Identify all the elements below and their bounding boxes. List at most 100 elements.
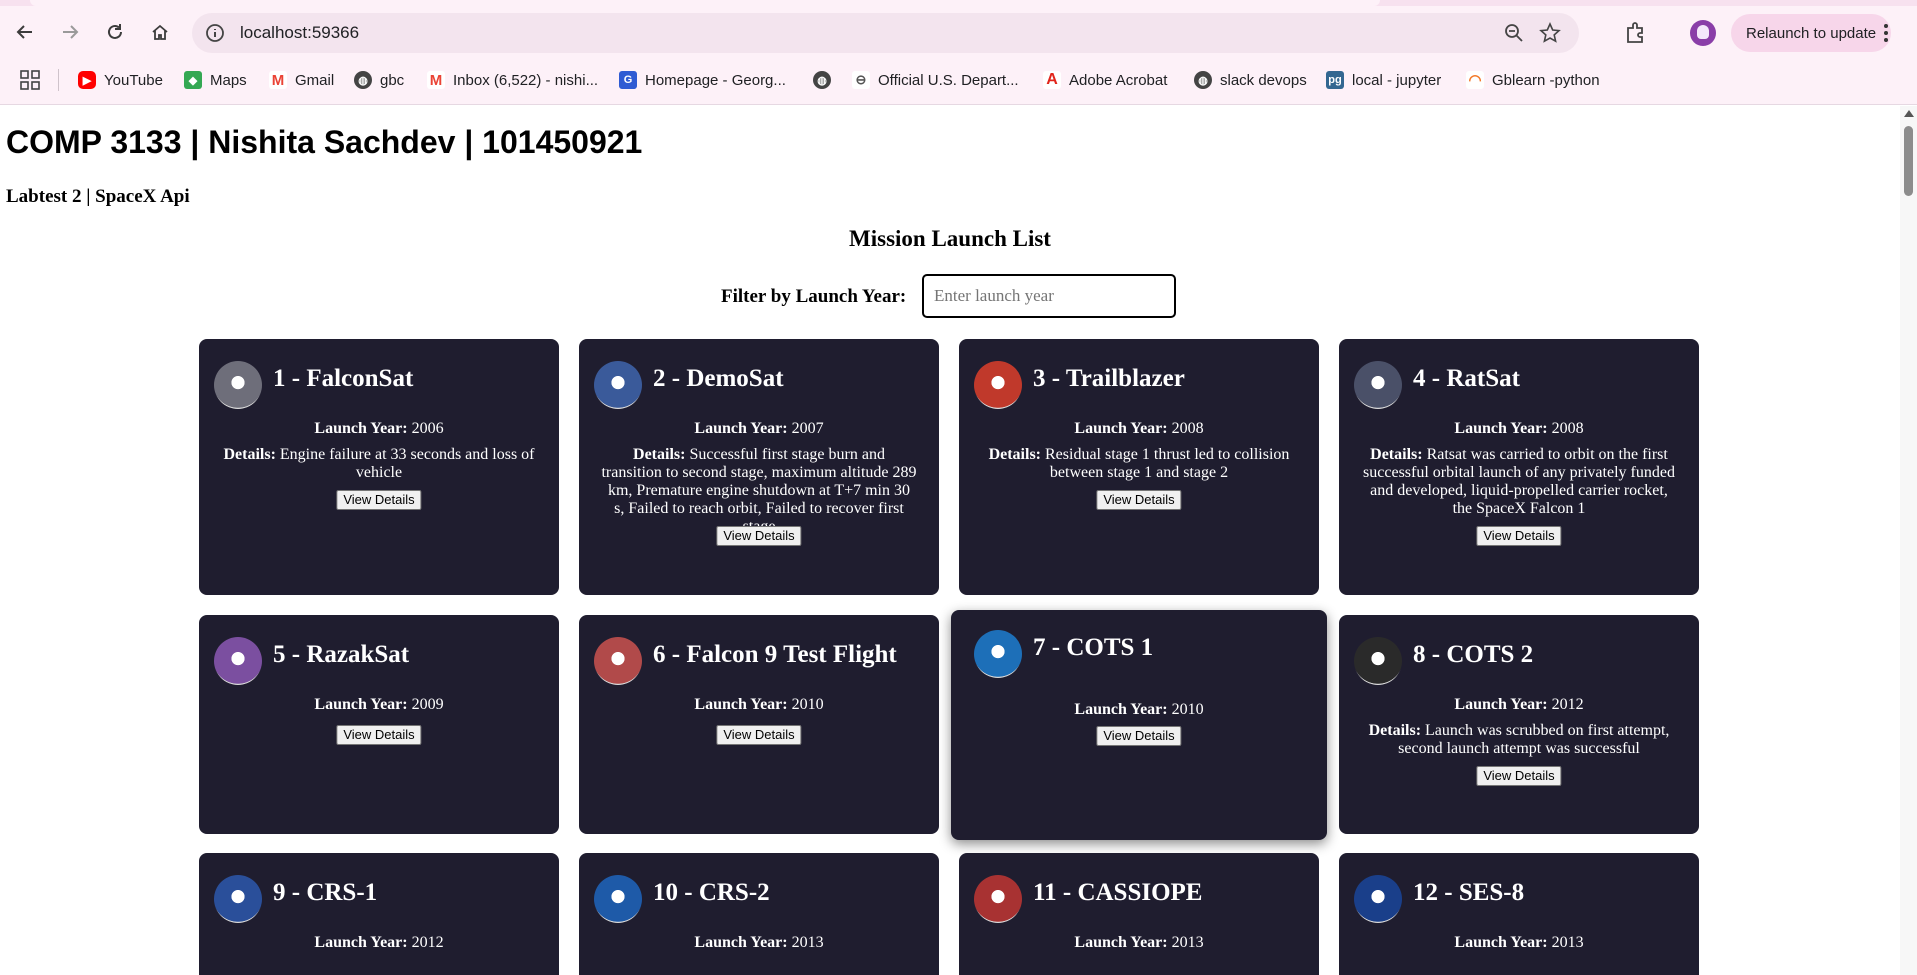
mission-patch-icon: [214, 361, 262, 409]
launch-year: Launch Year: 2008: [1339, 420, 1699, 438]
list-title: Mission Launch List: [849, 226, 1051, 251]
mission-title: 10 - CRS-2: [653, 879, 770, 906]
launch-year-value: 2009: [411, 696, 444, 713]
view-details-button[interactable]: View Details: [1096, 490, 1182, 510]
reload-icon[interactable]: [100, 17, 130, 47]
mission-card: 11 - CASSIOPE Launch Year: 2013: [959, 853, 1319, 975]
gmail-icon: M: [269, 71, 287, 89]
details-label: Details:: [1368, 722, 1422, 739]
bookmark-label: slack devops: [1220, 71, 1307, 89]
launch-year: Launch Year: 2012: [199, 934, 559, 952]
bookmark-label: local - jupyter: [1352, 71, 1442, 89]
mission-patch-icon: [594, 361, 642, 409]
active-tab[interactable]: [30, 0, 1380, 6]
bookmark-gbc[interactable]: ◍ gbc: [354, 68, 404, 92]
launch-year-value: 2007: [791, 420, 824, 437]
view-details-button[interactable]: View Details: [1096, 726, 1182, 746]
apps-grid-icon[interactable]: [20, 70, 40, 90]
mission-patch-icon: [1354, 875, 1402, 923]
launch-year-value: 2013: [1551, 934, 1584, 951]
relaunch-button[interactable]: Relaunch to update: [1731, 14, 1891, 52]
back-icon[interactable]: [10, 17, 40, 47]
view-details-button[interactable]: View Details: [1476, 526, 1562, 546]
globe-icon: ◍: [1194, 71, 1212, 89]
mission-title: 3 - Trailblazer: [1033, 365, 1185, 392]
mission-card: 12 - SES-8 Launch Year: 2013: [1339, 853, 1699, 975]
extensions-icon[interactable]: [1622, 19, 1650, 47]
url-text[interactable]: localhost:59366: [240, 23, 359, 43]
bookmark-label: Gmail: [295, 71, 335, 89]
bookmark-official-us[interactable]: ⊖ Official U.S. Depart...: [852, 68, 1019, 92]
mission-card: 8 - COTS 2 Launch Year: 2012 Details: Laun…: [1339, 615, 1699, 834]
bookmark-gmail[interactable]: M Gmail: [269, 68, 334, 92]
menu-icon[interactable]: [1884, 22, 1890, 44]
home-icon[interactable]: [145, 17, 175, 47]
tab-strip: [0, 0, 1917, 6]
view-details-button[interactable]: View Details: [716, 725, 802, 745]
view-details-button[interactable]: View Details: [336, 490, 422, 510]
bookmark-local-jupyter[interactable]: pg local - jupyter: [1326, 68, 1441, 92]
launch-year-label: Launch Year:: [1454, 696, 1548, 713]
launch-year-value: 2008: [1551, 420, 1584, 437]
page-subtitle: Labtest 2 | SpaceX Api: [6, 186, 190, 207]
bookmark-label: Adobe Acrobat: [1069, 71, 1168, 89]
mission-title: 7 - COTS 1: [1033, 634, 1154, 661]
mission-card: 5 - RazakSat Launch Year: 2009 View Detail…: [199, 615, 559, 834]
profile-avatar[interactable]: [1690, 20, 1716, 46]
globe-icon: ◍: [354, 71, 372, 89]
launch-year-input[interactable]: [922, 274, 1176, 318]
mission-title: 4 - RatSat: [1413, 365, 1520, 392]
bookmark-maps[interactable]: ◆ Maps: [184, 68, 247, 92]
bookmark-slack-devops[interactable]: ◍ slack devops: [1194, 68, 1307, 92]
mission-patch-icon: [974, 875, 1022, 923]
youtube-icon: ▶: [78, 71, 96, 89]
bookmarks-separator: [58, 69, 59, 91]
mission-title: 11 - CASSIOPE: [1033, 879, 1203, 906]
launch-year-value: 2010: [1171, 701, 1204, 718]
mission-title: 6 - Falcon 9 Test Flight: [653, 641, 897, 668]
address-bar[interactable]: localhost:59366: [192, 13, 1579, 53]
site-info-icon[interactable]: [204, 22, 226, 44]
page-scrollbar[interactable]: [1900, 106, 1917, 975]
gmail-icon: M: [427, 71, 445, 89]
launch-year: Launch Year: 2010: [951, 701, 1327, 719]
zoom-icon[interactable]: [1503, 22, 1525, 44]
homepage-icon: G: [619, 71, 637, 89]
details-text: Engine failure at 33 seconds and loss of…: [279, 446, 535, 481]
bookmark-youtube[interactable]: ▶ YouTube: [78, 68, 163, 92]
mission-patch-icon: [974, 630, 1022, 678]
view-details-button[interactable]: View Details: [716, 526, 802, 546]
mission-card: 10 - CRS-2 Launch Year: 2013: [579, 853, 939, 975]
mission-title: 9 - CRS-1: [273, 879, 378, 906]
launch-year: Launch Year: 2006: [199, 420, 559, 438]
launch-year-value: 2013: [1171, 934, 1204, 951]
details-label: Details:: [223, 446, 276, 463]
launch-year-label: Launch Year:: [1074, 420, 1168, 437]
details-text: Launch was scrubbed on first attempt, se…: [1398, 722, 1670, 757]
bookmark-adobe[interactable]: A Adobe Acrobat: [1043, 68, 1167, 92]
view-details-button[interactable]: View Details: [336, 725, 422, 745]
launch-year-label: Launch Year:: [1074, 701, 1168, 718]
details-label: Details:: [988, 446, 1041, 463]
launch-year-value: 2013: [791, 934, 824, 951]
mission-title: 5 - RazakSat: [273, 641, 410, 668]
mission-patch-icon: [214, 637, 262, 685]
view-details-button[interactable]: View Details: [1476, 766, 1562, 786]
mission-details: Details: Residual stage 1 thrust led to …: [981, 446, 1297, 482]
bookmark-homepage[interactable]: G Homepage - Georg...: [619, 68, 786, 92]
launch-year-label: Launch Year:: [694, 696, 788, 713]
bookmark-inbox[interactable]: M Inbox (6,522) - nishi...: [427, 68, 598, 92]
launch-year-label: Launch Year:: [1074, 934, 1168, 951]
bookmark-gblearn[interactable]: ◠ Gblearn -python: [1466, 68, 1600, 92]
scrollbar-thumb[interactable]: [1904, 126, 1913, 196]
bookmark-globe[interactable]: ◍: [813, 68, 839, 92]
scroll-up-icon[interactable]: [1904, 110, 1914, 117]
details-label: Details:: [633, 446, 686, 463]
page-title: COMP 3133 | Nishita Sachdev | 101450921: [6, 124, 643, 160]
launch-year: Launch Year: 2008: [959, 420, 1319, 438]
forward-icon[interactable]: [55, 17, 85, 47]
maps-icon: ◆: [184, 71, 202, 89]
mission-card: 1 - FalconSat Launch Year: 2006 Details: E…: [199, 339, 559, 595]
bookmark-star-icon[interactable]: [1539, 22, 1561, 44]
mission-details: Details: Ratsat was carried to orbit on …: [1361, 446, 1677, 518]
